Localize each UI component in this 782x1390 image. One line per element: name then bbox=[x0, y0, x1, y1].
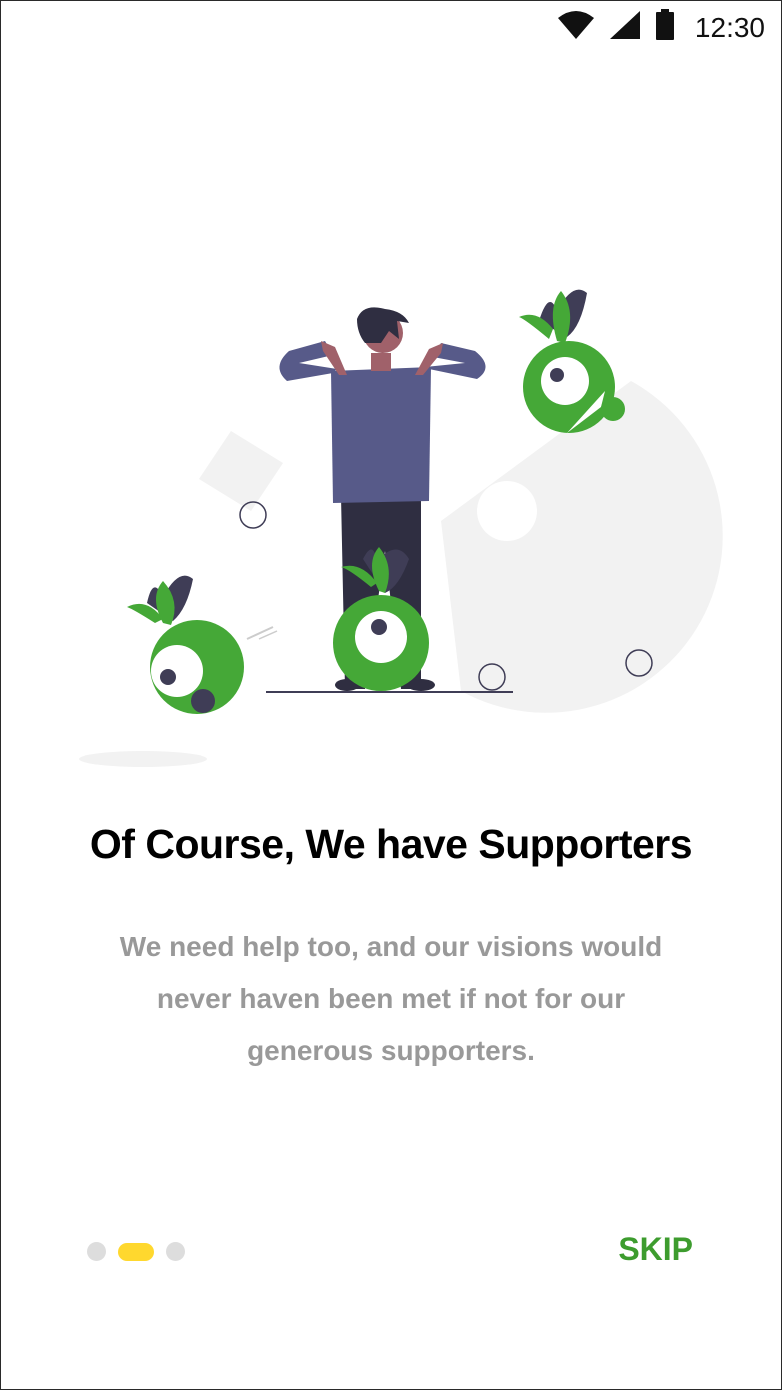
green-creature-left bbox=[127, 575, 244, 714]
skip-button[interactable]: SKIP bbox=[618, 1231, 693, 1268]
status-time: 12:30 bbox=[694, 11, 765, 43]
page-dot[interactable] bbox=[87, 1242, 106, 1261]
onboarding-title: Of Course, We have Supporters bbox=[89, 821, 693, 867]
signal-icon bbox=[609, 10, 641, 45]
battery-icon bbox=[655, 9, 675, 46]
page-dot-active[interactable] bbox=[118, 1242, 154, 1261]
onboarding-description: We need help too, and our visions would … bbox=[119, 931, 663, 1066]
supporters-illustration bbox=[79, 289, 723, 767]
screen: 12:30 Of Course, We have Supporters We n… bbox=[0, 0, 782, 1390]
status-bar: 12:30 bbox=[1, 1, 781, 51]
green-creature-top bbox=[519, 289, 625, 433]
page-dot[interactable] bbox=[166, 1242, 185, 1261]
page-indicator bbox=[87, 1242, 185, 1261]
wifi-icon bbox=[557, 10, 595, 45]
